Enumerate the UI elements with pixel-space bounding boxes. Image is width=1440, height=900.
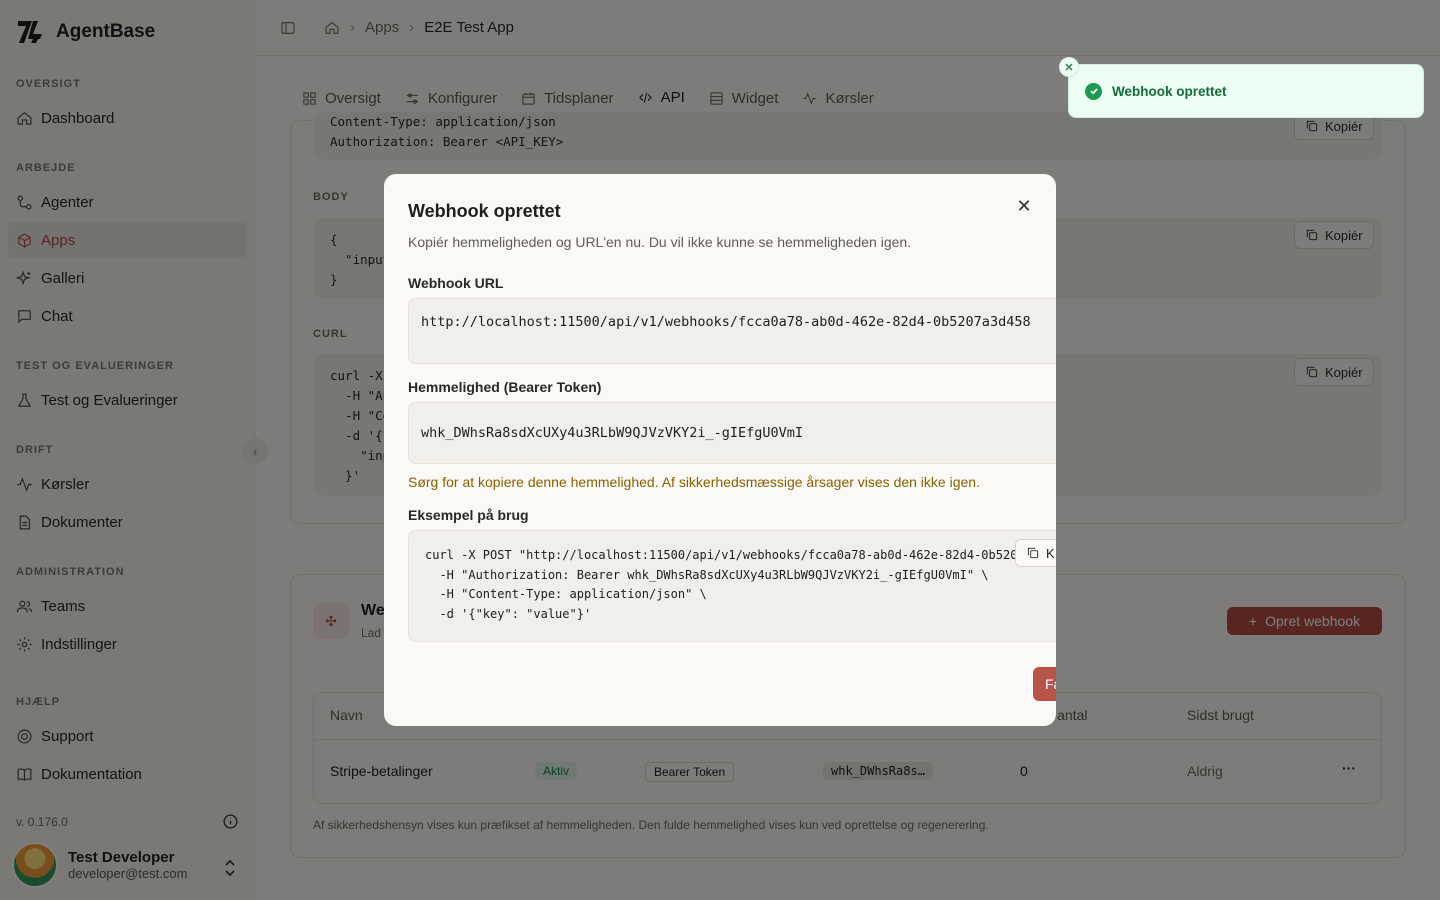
success-toast: ✕ Webhook oprettet <box>1059 57 1424 118</box>
secret-warning: Sørg for at kopiere denne hemmelighed. A… <box>408 474 980 490</box>
close-icon[interactable]: ✕ <box>1014 196 1034 216</box>
copy-icon <box>1027 547 1039 559</box>
check-circle-icon <box>1085 82 1102 100</box>
webhook-url-field[interactable]: http://localhost:11500/api/v1/webhooks/f… <box>408 298 1056 364</box>
example-code: curl -X POST "http://localhost:11500/api… <box>408 530 1056 642</box>
webhook-url-label: Webhook URL <box>408 275 504 291</box>
dialog-title: Webhook oprettet <box>408 201 561 221</box>
dialog-description: Kopiér hemmeligheden og URL'en nu. Du vi… <box>408 234 912 250</box>
copy-example-button[interactable]: K <box>1015 539 1056 567</box>
copy-label: K <box>1046 545 1055 561</box>
toast-close-icon[interactable]: ✕ <box>1059 57 1079 77</box>
webhook-created-dialog: Webhook oprettet ✕ Kopiér hemmeligheden … <box>384 174 1056 726</box>
secret-field[interactable]: whk_DWhsRa8sdXcUXy4u3RLbW9QJVzVKY2i_-gIE… <box>408 402 1056 464</box>
done-button[interactable]: Fa <box>1033 667 1056 701</box>
example-label: Eksempel på brug <box>408 507 529 523</box>
toast-message: Webhook oprettet <box>1112 83 1227 99</box>
secret-label: Hemmelighed (Bearer Token) <box>408 379 602 395</box>
